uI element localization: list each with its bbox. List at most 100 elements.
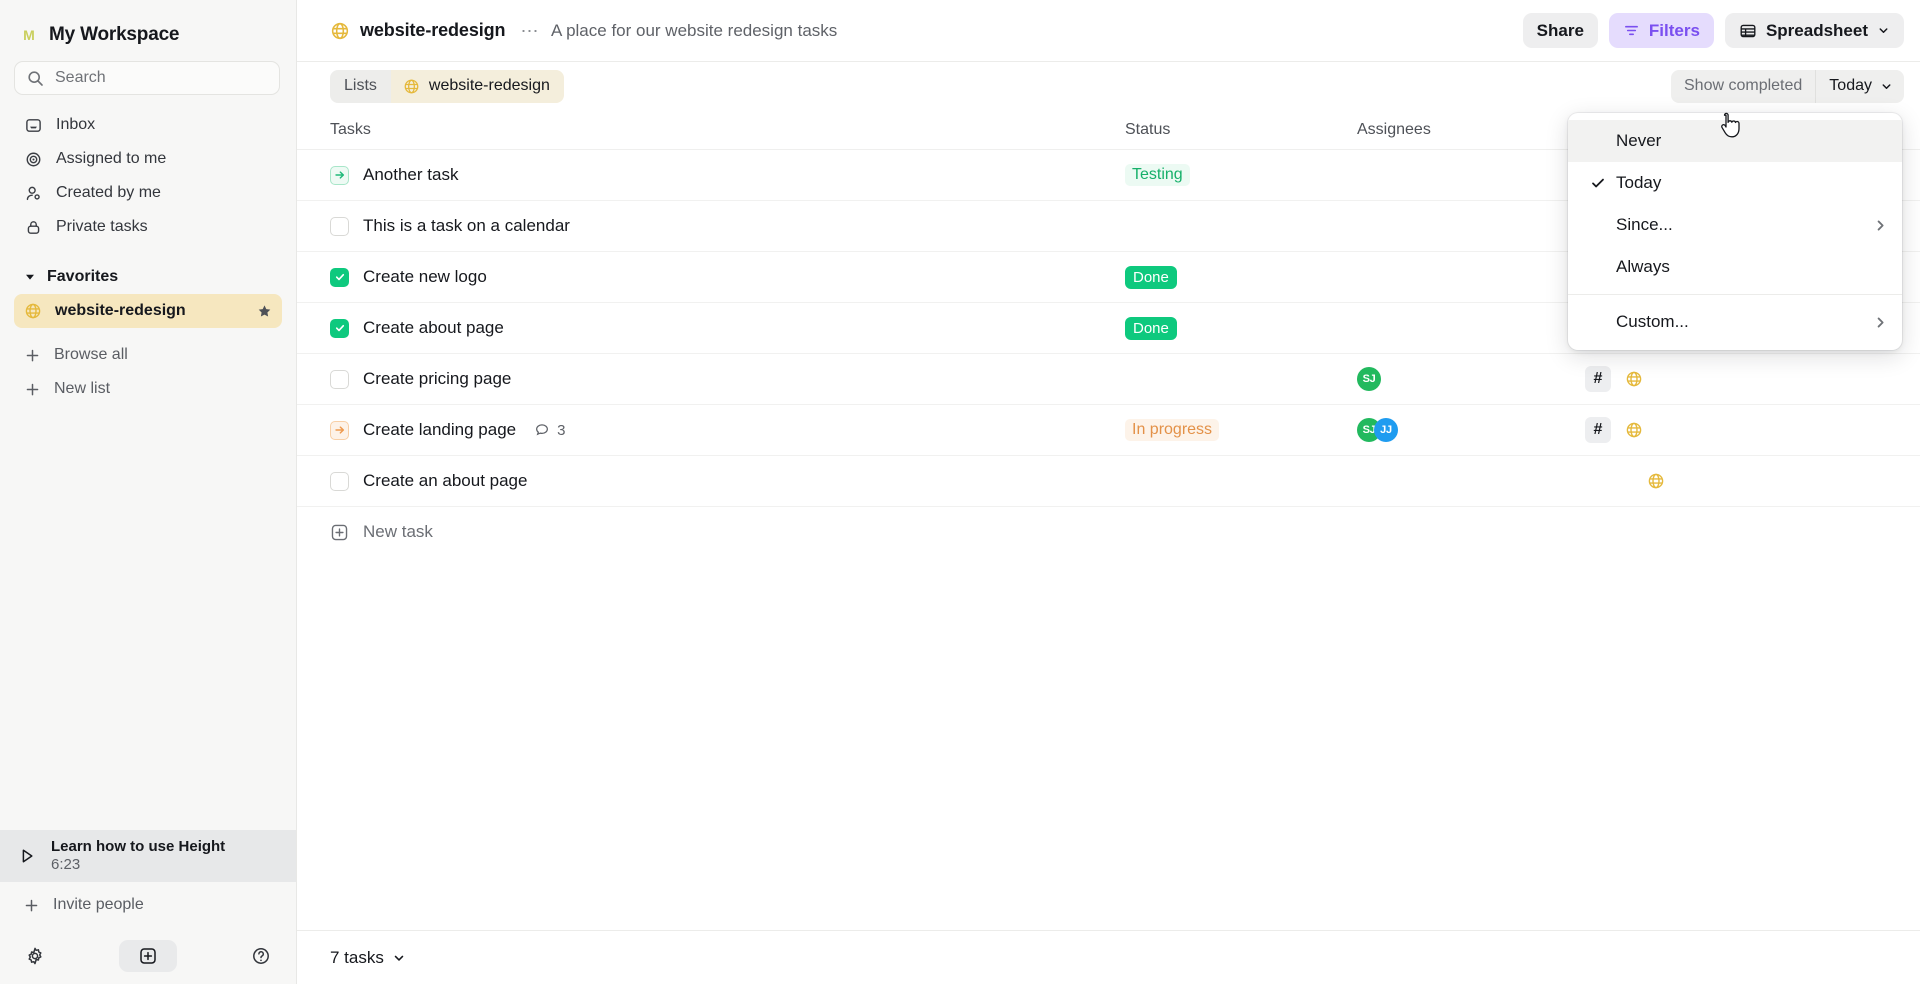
- filters-button[interactable]: Filters: [1608, 13, 1714, 48]
- menu-item-since[interactable]: Since...: [1568, 204, 1902, 246]
- task-checkbox[interactable]: [330, 216, 349, 236]
- sidebar-item-website-redesign[interactable]: website-redesign: [14, 294, 282, 328]
- status-badge: In progress: [1125, 419, 1220, 441]
- status-cell[interactable]: In progress: [1125, 419, 1357, 441]
- search-placeholder: Search: [55, 69, 106, 86]
- avatar[interactable]: SJ: [1357, 367, 1381, 391]
- menu-item-label: Custom...: [1616, 312, 1689, 331]
- globe-icon[interactable]: [1647, 472, 1665, 490]
- completed-range-value: Today: [1829, 77, 1872, 94]
- status-cell[interactable]: Done: [1125, 265, 1357, 289]
- status-cell[interactable]: Done: [1125, 316, 1357, 340]
- menu-item-always[interactable]: Always: [1568, 246, 1902, 288]
- column-header-tasks: Tasks: [330, 120, 371, 138]
- invite-people-button[interactable]: Invite people: [0, 882, 296, 928]
- task-cell: Create about page: [330, 318, 1125, 338]
- view-label: Spreadsheet: [1765, 20, 1868, 40]
- menu-item-today[interactable]: Today: [1568, 162, 1902, 204]
- comment-count-chip[interactable]: 3: [534, 422, 565, 439]
- view-switcher-button[interactable]: Spreadsheet: [1724, 13, 1904, 48]
- table-row[interactable]: Create landing page 3 In progress SJ JJ …: [297, 405, 1920, 456]
- status-cell[interactable]: Testing: [1125, 164, 1357, 186]
- new-list-button[interactable]: New list: [14, 372, 282, 406]
- new-item-icon[interactable]: [119, 940, 177, 972]
- sidebar-footer: [0, 928, 296, 984]
- menu-item-label: Always: [1616, 257, 1670, 276]
- bottom-status-bar: 7 tasks: [297, 930, 1920, 984]
- task-cell: Create new logo: [330, 267, 1125, 287]
- sidebar-item-label: Private tasks: [56, 218, 148, 235]
- status-badge: Done: [1125, 265, 1177, 289]
- browse-all-button[interactable]: Browse all: [14, 338, 282, 372]
- globe-icon: [24, 302, 42, 320]
- task-checkbox[interactable]: [330, 369, 349, 389]
- task-title: Another task: [363, 165, 459, 184]
- extras-cell: #: [1585, 417, 1920, 443]
- completed-range-menu: Never Today Since... Always Custom...: [1568, 113, 1902, 350]
- plus-icon: [24, 381, 40, 397]
- avatar[interactable]: JJ: [1374, 418, 1398, 442]
- page-title: website-redesign: [360, 20, 506, 40]
- completed-range-dropdown[interactable]: Today: [1815, 69, 1904, 103]
- workspace-header[interactable]: M My Workspace: [0, 0, 296, 52]
- lock-icon: [24, 218, 42, 236]
- more-options-icon[interactable]: ⋯: [520, 22, 540, 40]
- breadcrumb-lists[interactable]: Lists: [330, 69, 391, 103]
- chevron-down-icon: [1880, 80, 1893, 93]
- new-task-button[interactable]: New task: [297, 507, 1920, 557]
- help-icon[interactable]: [244, 939, 278, 973]
- sidebar-item-created-by-me[interactable]: Created by me: [14, 176, 282, 210]
- status-marker-arrow-icon[interactable]: [330, 420, 349, 440]
- show-completed-label[interactable]: Show completed: [1671, 70, 1815, 103]
- filters-label: Filters: [1648, 20, 1700, 40]
- table-row[interactable]: Create pricing page SJ #: [297, 354, 1920, 405]
- settings-icon[interactable]: [18, 939, 52, 973]
- sidebar-nav: Inbox Assigned to me Created by me Priva…: [0, 108, 296, 244]
- filter-icon: [1623, 22, 1640, 39]
- learn-card-duration: 6:23: [51, 856, 81, 873]
- learn-card-text: Learn how to use Height 6:23: [51, 838, 225, 874]
- task-cell: Create landing page 3: [330, 420, 1125, 440]
- workspace-avatar: M: [23, 26, 35, 43]
- breadcrumb-current[interactable]: website-redesign: [390, 69, 564, 103]
- extras-cell: #: [1585, 366, 1920, 392]
- learn-how-to-use-height-card[interactable]: Learn how to use Height 6:23: [0, 830, 296, 882]
- menu-item-never[interactable]: Never: [1568, 120, 1902, 162]
- hash-icon[interactable]: #: [1585, 417, 1611, 443]
- globe-icon[interactable]: [1625, 370, 1643, 388]
- share-button[interactable]: Share: [1522, 13, 1598, 48]
- sidebar-item-label: Inbox: [56, 116, 96, 133]
- workspace-name: My Workspace: [49, 23, 180, 45]
- task-title: Create about page: [363, 318, 504, 337]
- task-cell: This is a task on a calendar: [330, 216, 1125, 236]
- task-checkbox[interactable]: [330, 471, 349, 491]
- favorites-label: Favorites: [47, 268, 119, 285]
- play-icon: [18, 847, 36, 865]
- new-task-label: New task: [363, 522, 433, 541]
- inbox-icon: [24, 116, 42, 134]
- app-root: M My Workspace Search Inbox Assigned to …: [0, 0, 1920, 984]
- favorites-section-header[interactable]: Favorites: [14, 262, 282, 292]
- sidebar-item-assigned-to-me[interactable]: Assigned to me: [14, 142, 282, 176]
- task-cell: Another task: [330, 165, 1125, 185]
- sidebar-item-inbox[interactable]: Inbox: [14, 108, 282, 142]
- chevron-down-icon: [392, 951, 406, 965]
- hash-icon[interactable]: #: [1585, 366, 1611, 392]
- sidebar-item-private-tasks[interactable]: Private tasks: [14, 210, 282, 244]
- target-icon: [24, 150, 42, 168]
- star-icon[interactable]: [257, 304, 272, 319]
- task-checkbox-checked[interactable]: [330, 267, 349, 287]
- task-checkbox-checked[interactable]: [330, 318, 349, 338]
- table-row[interactable]: Create an about page: [297, 456, 1920, 507]
- task-count-dropdown[interactable]: 7 tasks: [330, 948, 406, 968]
- search-input[interactable]: Search: [14, 61, 280, 95]
- menu-item-custom[interactable]: Custom...: [1568, 301, 1902, 343]
- status-marker-arrow-icon[interactable]: [330, 165, 349, 185]
- plus-box-icon: [330, 523, 349, 542]
- globe-icon[interactable]: [1625, 421, 1643, 439]
- task-title: Create pricing page: [363, 369, 512, 388]
- column-header-status: Status: [1125, 120, 1171, 138]
- topbar: website-redesign ⋯ A place for our websi…: [297, 0, 1920, 62]
- menu-item-label: Since...: [1616, 215, 1673, 234]
